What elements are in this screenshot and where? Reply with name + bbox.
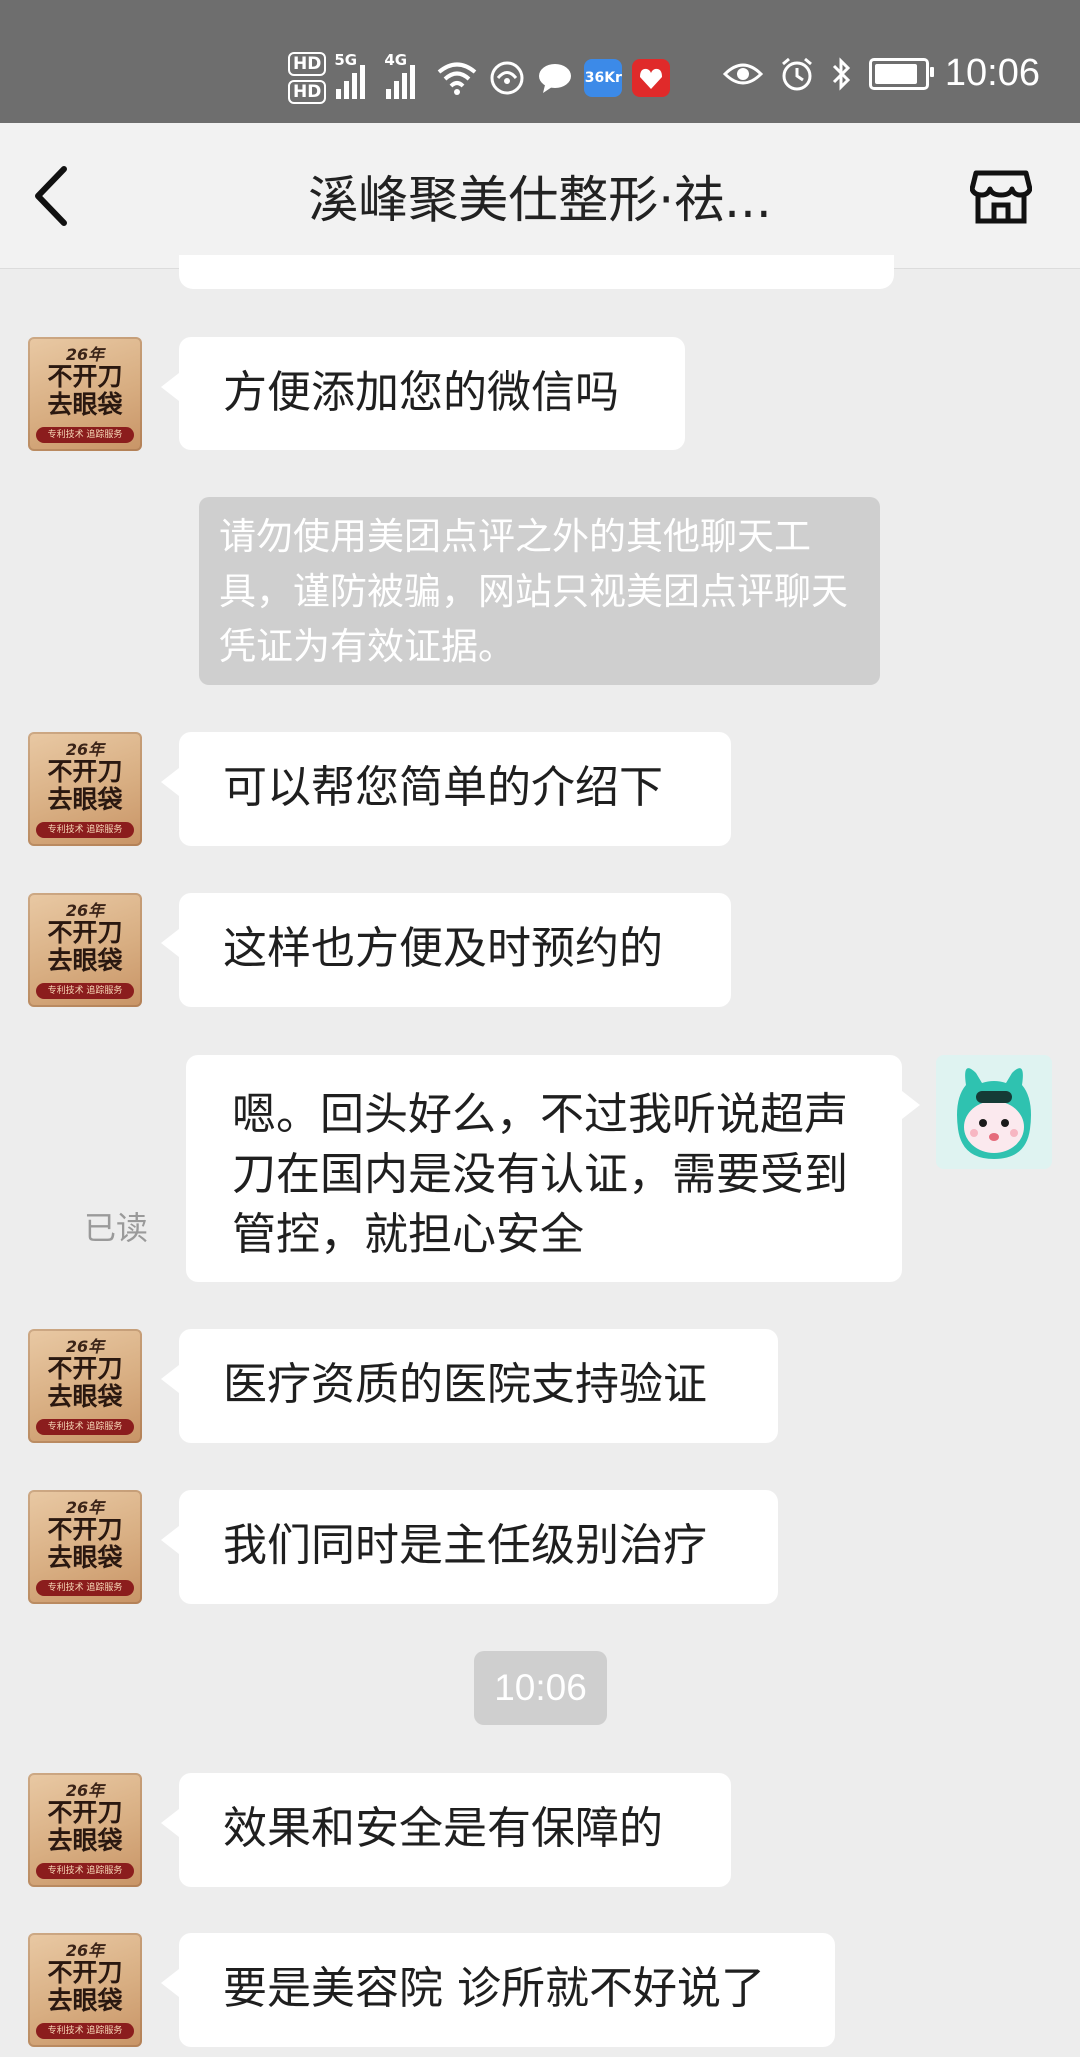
avatar-line1: 不开刀 [47,1354,123,1383]
store-avatar[interactable]: 26年 不开刀 去眼袋 专利技术 追踪服务 [28,893,142,1007]
36kr-app-icon: 36Kr [584,59,623,97]
store-avatar[interactable]: 26年 不开刀 去眼袋 专利技术 追踪服务 [28,732,142,846]
time-divider: 10:06 [474,1651,607,1725]
avatar-strip: 专利技术 追踪服务 [36,1419,134,1435]
message-text: 这样也方便及时预约的 [223,923,663,974]
hotspot-icon [490,61,524,95]
avatar-strip: 专利技术 追踪服务 [36,1580,134,1596]
user-avatar[interactable] [936,1055,1052,1169]
store-avatar[interactable]: 26年 不开刀 去眼袋 专利技术 追踪服务 [28,1490,142,1604]
status-bar: HD HD 5G 4G 36Kr 10:06 [0,0,1080,123]
partial-message-bubble [179,255,894,289]
status-time: 10:06 [944,52,1040,94]
message-bubble[interactable]: 这样也方便及时预约的 [161,893,731,1007]
avatar-line2: 去眼袋 [47,1382,123,1411]
avatar-strip: 专利技术 追踪服务 [36,427,134,443]
chat-title: 溪峰聚美仕整形·祛... [308,170,772,229]
message-text: 要是美容院 诊所就不好说了 [223,1963,765,2014]
message-bubble[interactable]: 效果和安全是有保障的 [161,1773,731,1887]
message-bubble[interactable]: 我们同时是主任级别治疗 [161,1490,778,1604]
signal-4g-icon: 4G [384,51,426,99]
avatar-line2: 去眼袋 [47,1543,123,1572]
battery-icon [868,57,934,90]
message-text: 方便添加您的微信吗 [223,367,619,418]
my-message-bubble[interactable]: 嗯。回头好么，不过我听说超声刀在国内是没有认证，需要受到管控，就担心安全 [186,1055,920,1282]
store-avatar[interactable]: 26年 不开刀 去眼袋 专利技术 追踪服务 [28,1773,142,1887]
chat-header: 溪峰聚美仕整形·祛... [0,123,1080,269]
wifi-icon [438,62,477,95]
pinduoduo-app-icon [632,59,671,97]
message-bubble[interactable]: 可以帮您简单的介绍下 [161,732,731,846]
avatar-strip: 专利技术 追踪服务 [36,983,134,999]
avatar-strip: 专利技术 追踪服务 [36,2023,134,2039]
store-avatar[interactable]: 26年 不开刀 去眼袋 专利技术 追踪服务 [28,1933,142,2047]
avatar-line2: 去眼袋 [47,1986,123,2015]
message-text: 可以帮您简单的介绍下 [223,762,663,813]
hd-indicator: HD HD [288,52,327,104]
message-text: 我们同时是主任级别治疗 [223,1520,707,1571]
hd2-label: HD [288,80,327,104]
36kr-label: 36Kr [584,70,622,86]
avatar-line1: 不开刀 [47,1515,123,1544]
avatar-line2: 去眼袋 [47,785,123,814]
net1-label: 5G [334,51,358,69]
avatar-line1: 不开刀 [47,362,123,391]
read-receipt: 已读 [84,1209,149,1247]
avatar-strip: 专利技术 追踪服务 [36,1863,134,1879]
message-bubble[interactable]: 医疗资质的医院支持验证 [161,1329,778,1443]
message-icon [539,64,572,93]
avatar-strip: 专利技术 追踪服务 [36,822,134,838]
signal-5g-icon: 5G [334,51,376,99]
avatar-line1: 不开刀 [47,1798,123,1827]
status-right: 10:06 [722,52,1040,95]
back-arrow-icon[interactable] [24,161,84,231]
avatar-line2: 去眼袋 [47,390,123,419]
system-notice: 请勿使用美团点评之外的其他聊天工具，谨防被骗，网站只视美团点评聊天凭证为有效证据… [199,497,880,685]
hd1-label: HD [288,52,327,76]
status-left: HD HD 5G 4G 36Kr [288,48,671,108]
message-text: 医疗资质的医院支持验证 [223,1359,707,1410]
avatar-line2: 去眼袋 [47,946,123,975]
message-bubble[interactable]: 方便添加您的微信吗 [161,337,685,450]
avatar-line2: 去眼袋 [47,1826,123,1855]
store-avatar[interactable]: 26年 不开刀 去眼袋 专利技术 追踪服务 [28,1329,142,1443]
message-bubble[interactable]: 要是美容院 诊所就不好说了 [161,1933,835,2047]
alarm-icon [781,57,812,90]
avatar-line1: 不开刀 [47,1958,123,1987]
avatar-line1: 不开刀 [47,757,123,786]
eye-icon [722,63,763,84]
shop-icon[interactable] [970,165,1032,227]
store-avatar[interactable]: 26年 不开刀 去眼袋 专利技术 追踪服务 [28,337,142,451]
message-text: 嗯。回头好么，不过我听说超声刀在国内是没有认证，需要受到管控，就担心安全 [232,1089,848,1260]
bluetooth-icon [832,56,851,91]
message-text: 效果和安全是有保障的 [223,1803,663,1854]
avatar-line1: 不开刀 [47,918,123,947]
net2-label: 4G [384,51,408,69]
